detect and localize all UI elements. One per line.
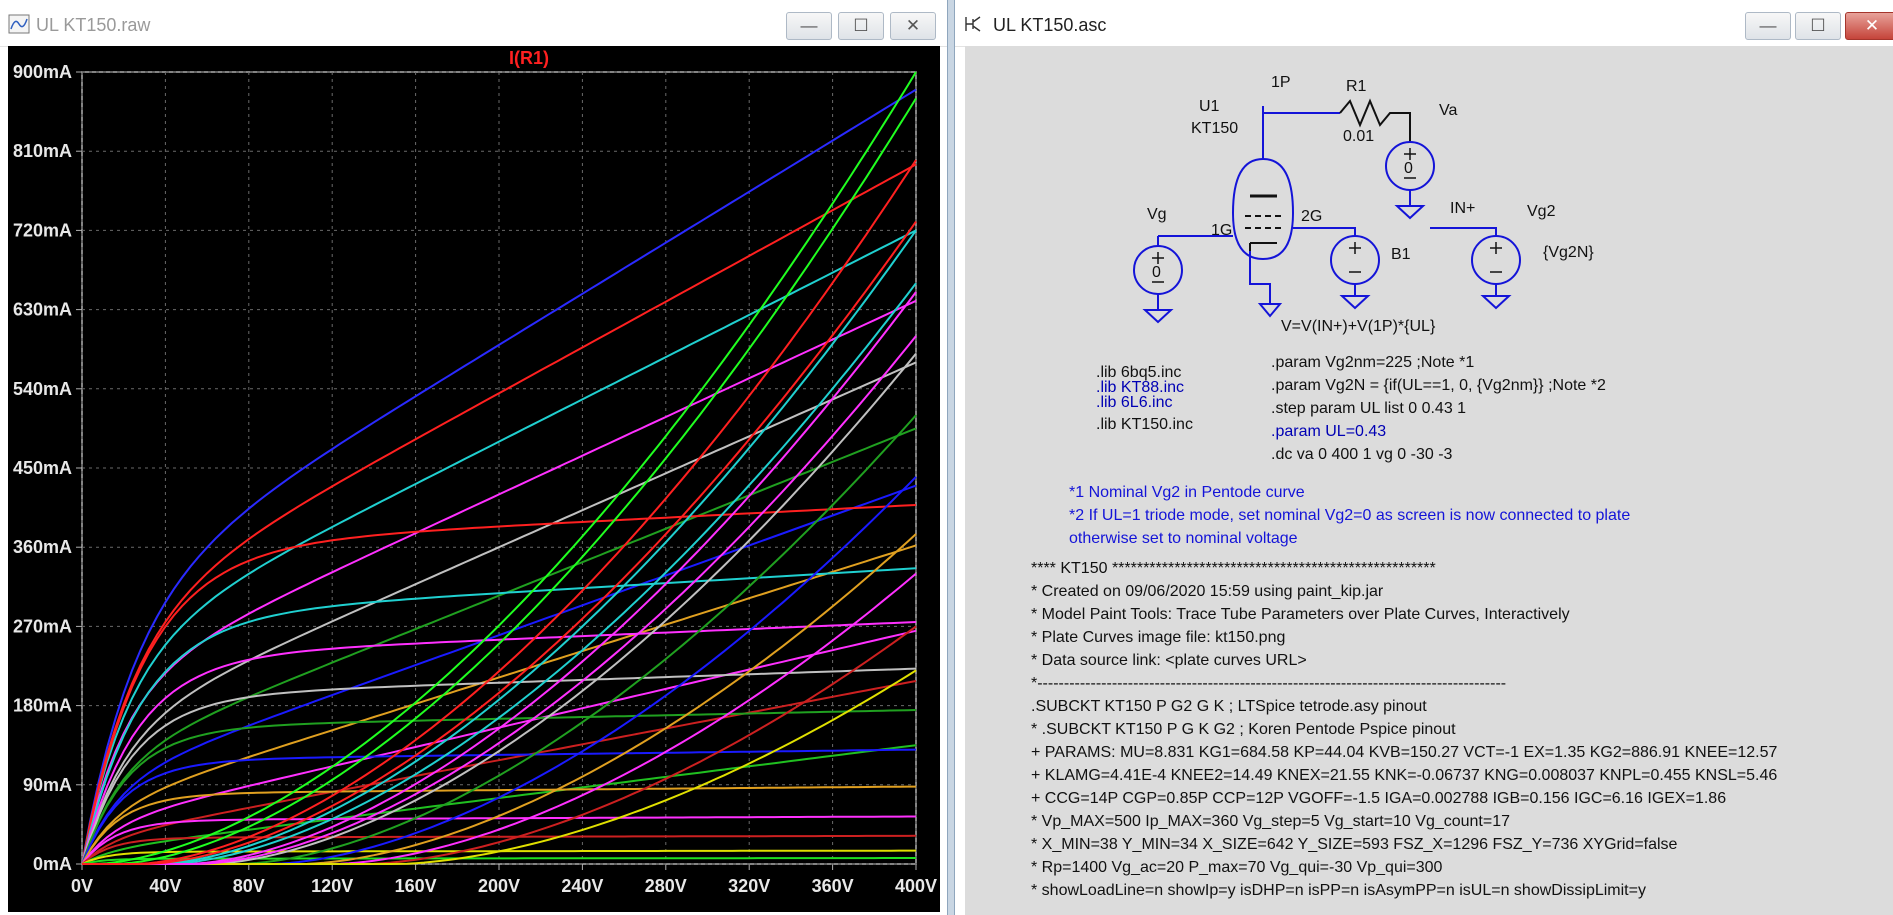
lib-6l6[interactable]: .lib 6L6.inc: [1096, 394, 1173, 412]
minimize-icon: —: [1759, 16, 1777, 35]
x-tick-label: 360V: [812, 876, 854, 896]
tube-cathode: [1249, 242, 1277, 251]
x-tick-label: 80V: [233, 876, 265, 896]
schematic-app-icon: [965, 16, 981, 32]
waveform-app-icon: [8, 14, 30, 34]
model-text-line: * .SUBCKT KT150 P G K G2 ; Koren Pentode…: [1031, 721, 1456, 738]
model-text-line: * Plate Curves image file: kt150.png: [1031, 629, 1286, 646]
model-text-line: * Model Paint Tools: Trace Tube Paramete…: [1031, 606, 1570, 623]
y-tick-label: 810mA: [13, 141, 72, 161]
param-ul[interactable]: .param UL=0.43: [1271, 423, 1386, 441]
close-icon: ✕: [905, 16, 921, 35]
x-tick-label: 400V: [895, 876, 937, 896]
x-tick-label: 40V: [149, 876, 181, 896]
trace-curve[interactable]: [81, 504, 917, 865]
g2-wire[interactable]: [1293, 227, 1356, 236]
close-icon: ✕: [1864, 16, 1880, 35]
plot-pane[interactable]: 0V 40V 80V 120V 160V 200V 240V 280V 320V 360V 400V…: [8, 46, 940, 912]
model-text-line: .SUBCKT KT150 P G2 G K ; LTSpice tetrode…: [1031, 698, 1427, 715]
x-tick-label: 0V: [71, 876, 93, 896]
minimize-button[interactable]: —: [1745, 12, 1791, 40]
b1-ground: [1339, 284, 1371, 310]
u1-model-label[interactable]: KT150: [1191, 120, 1238, 138]
schematic-titlebar[interactable]: UL KT150.asc — ☐ ✕: [955, 0, 1893, 47]
va-label[interactable]: Va: [1439, 102, 1457, 120]
note-3[interactable]: otherwise set to nominal voltage: [1069, 530, 1298, 548]
in-plus-wire[interactable]: [1430, 227, 1497, 236]
y-tick-label: 630mA: [13, 300, 72, 320]
waveform-window: UL KT150.raw — ☐ ✕ 0V 40V 80V 120V 160V 200V 2…: [0, 0, 948, 915]
u1-label[interactable]: U1: [1199, 98, 1219, 116]
model-text-line: **** KT150 *****************************…: [1031, 560, 1436, 577]
vg2-ground: [1480, 284, 1512, 310]
vg-ground: [1142, 294, 1174, 324]
x-tick-label: 160V: [395, 876, 437, 896]
model-text-line: * Created on 09/06/2020 15:59 using pain…: [1031, 583, 1384, 600]
vg-value[interactable]: 0: [1152, 264, 1161, 282]
r1-value[interactable]: 0.01: [1343, 128, 1374, 146]
minimize-icon: —: [800, 16, 818, 35]
maximize-icon: ☐: [1810, 16, 1826, 35]
cathode-ground: [1257, 303, 1283, 318]
model-text-line: + CCG=14P CGP=0.85P CCP=12P VGOFF=-1.5 I…: [1031, 790, 1727, 807]
model-text-line: * Vp_MAX=500 Ip_MAX=360 Vg_step=5 Vg_sta…: [1031, 813, 1511, 830]
pin-2g-label: 2G: [1301, 208, 1323, 225]
model-text-line: *---------------------------------------…: [1031, 675, 1507, 692]
note-1[interactable]: *1 Nominal Vg2 in Pentode curve: [1069, 484, 1305, 502]
maximize-button[interactable]: ☐: [838, 12, 884, 40]
y-tick-label: 0mA: [33, 854, 72, 874]
y-tick-label: 180mA: [13, 696, 72, 716]
vg-label[interactable]: Vg: [1147, 206, 1167, 224]
model-text-line: * showLoadLine=n showIp=y isDHP=n isPP=n…: [1031, 882, 1646, 899]
minimize-button[interactable]: —: [786, 12, 832, 40]
maximize-button[interactable]: ☐: [1795, 12, 1841, 40]
x-tick-label: 200V: [478, 876, 520, 896]
y-tick-label: 900mA: [13, 62, 72, 82]
param-vg2nm[interactable]: .param Vg2nm=225 ;Note *1: [1271, 354, 1474, 372]
in-plus-label[interactable]: IN+: [1450, 200, 1475, 218]
y-tick-label: 360mA: [13, 537, 72, 557]
vg2-value[interactable]: {Vg2N}: [1543, 244, 1594, 262]
close-button[interactable]: ✕: [1845, 12, 1893, 40]
model-text-line: * X_MIN=38 Y_MIN=34 X_SIZE=642 Y_SIZE=59…: [1031, 836, 1678, 853]
chart-title[interactable]: I(R1): [509, 48, 549, 68]
waveform-titlebar[interactable]: UL KT150.raw — ☐ ✕: [0, 0, 947, 47]
lib-kt150[interactable]: .lib KT150.inc: [1096, 416, 1193, 434]
step-directive[interactable]: .step param UL list 0 0.43 1: [1271, 400, 1466, 418]
vg2-label[interactable]: Vg2: [1527, 203, 1555, 221]
model-text-line: + KLAMG=4.41E-4 KNEE2=14.49 KNEX=21.55 K…: [1031, 767, 1778, 784]
note-2[interactable]: *2 If UL=1 triode mode, set nominal Vg2=…: [1069, 507, 1630, 525]
va-value[interactable]: 0: [1404, 160, 1413, 178]
plot-canvas[interactable]: 0V 40V 80V 120V 160V 200V 240V 280V 320V 360V 400V…: [8, 46, 940, 912]
x-tick-label: 320V: [728, 876, 770, 896]
model-text-line: * Data source link: <plate curves URL>: [1031, 652, 1307, 669]
close-button[interactable]: ✕: [890, 12, 936, 40]
model-text-line: + PARAMS: MU=8.831 KG1=684.58 KP=44.04 K…: [1031, 744, 1778, 761]
y-tick-label: 450mA: [13, 458, 72, 478]
y-tick-label: 90mA: [23, 775, 72, 795]
schematic-canvas[interactable]: U1 KT150 1P 1G 2G R1 0.01 Va 0 Vg 0 B1 V…: [965, 46, 1893, 915]
va-ground: [1394, 190, 1426, 220]
b1-polarity-icon: [1349, 242, 1361, 273]
b1-label[interactable]: B1: [1391, 246, 1411, 264]
pin-1g-label: 1G: [1211, 222, 1233, 239]
schematic-window: UL KT150.asc — ☐ ✕ U1 KT150 1P 1G 2G R1 …: [954, 0, 1893, 915]
param-vg2n[interactable]: .param Vg2N = {if(UL==1, 0, {Vg2nm}} ;No…: [1271, 377, 1606, 395]
y-tick-label: 540mA: [13, 379, 72, 399]
y-tick-label: 720mA: [13, 220, 72, 240]
schematic-window-title: UL KT150.asc: [993, 15, 1107, 35]
model-text-line: * Rp=1400 Vg_ac=20 P_max=70 Vg_qui=-30 V…: [1031, 859, 1443, 876]
y-tick-label: 270mA: [13, 616, 72, 636]
x-tick-label: 240V: [561, 876, 603, 896]
vg2-polarity-icon: [1490, 242, 1502, 273]
maximize-icon: ☐: [853, 16, 869, 35]
b1-expression[interactable]: V=V(IN+)+V(1P)*{UL}: [1281, 318, 1435, 336]
x-tick-label: 120V: [311, 876, 353, 896]
dc-directive[interactable]: .dc va 0 400 1 vg 0 -30 -3: [1271, 446, 1452, 464]
x-tick-label: 280V: [645, 876, 687, 896]
waveform-window-title: UL KT150.raw: [36, 15, 151, 35]
r1-label[interactable]: R1: [1346, 78, 1366, 96]
pin-1p-label: 1P: [1271, 74, 1291, 91]
